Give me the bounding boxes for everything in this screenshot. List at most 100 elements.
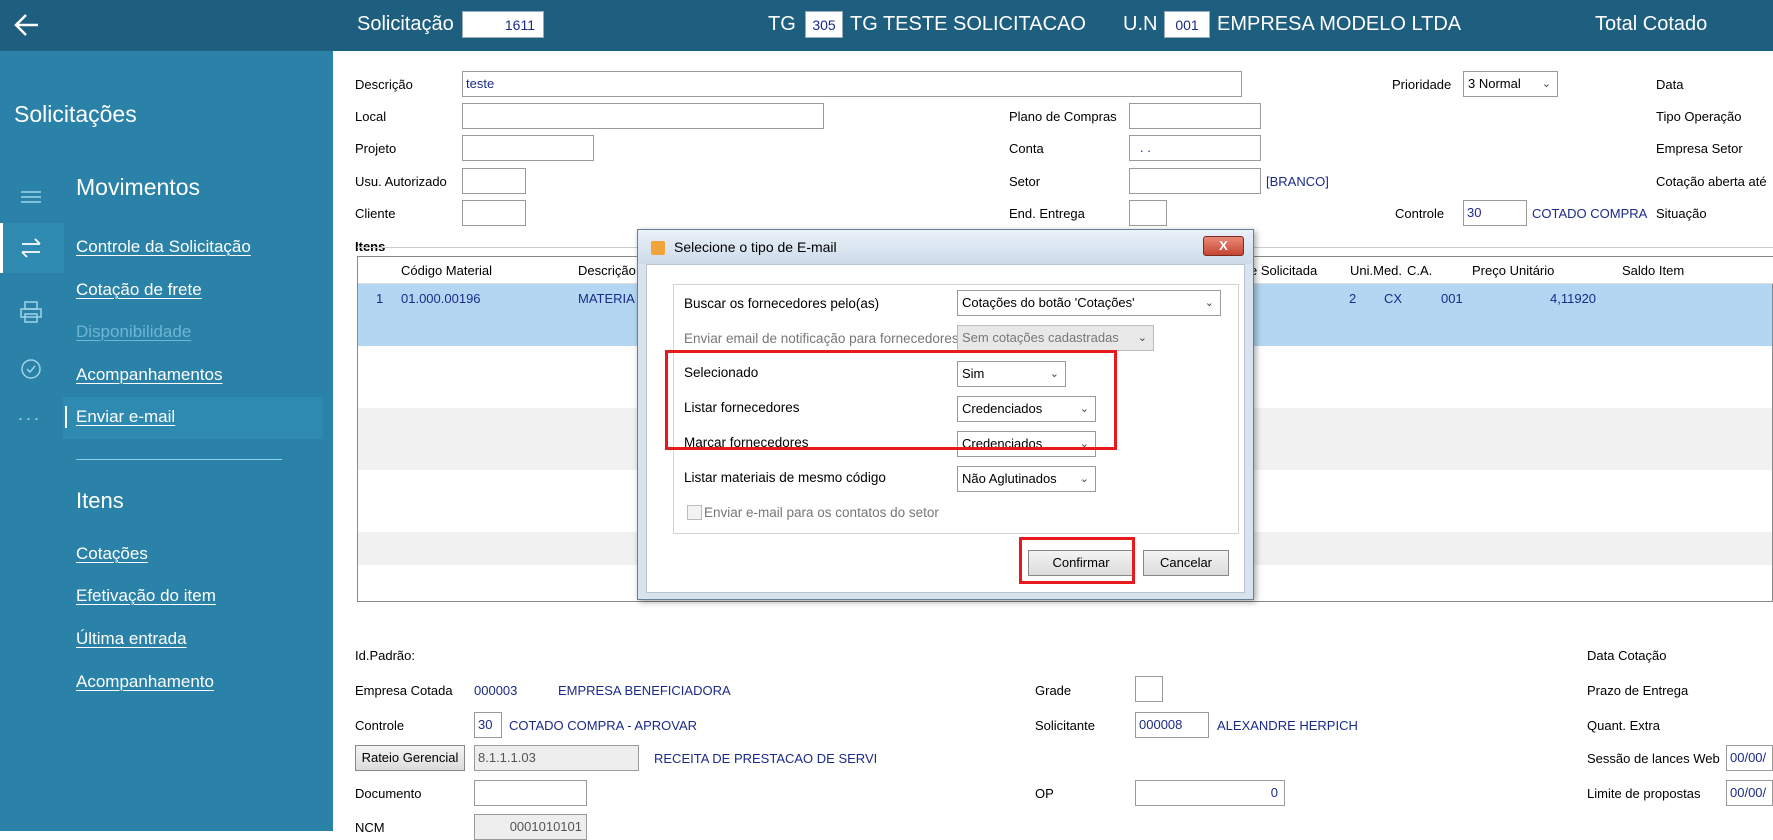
more-icon[interactable]: ... xyxy=(18,404,42,425)
empresa-setor-label: Empresa Setor xyxy=(1656,141,1743,156)
sidebar-title: Solicitações xyxy=(14,101,137,127)
dialog-body: Buscar os fornecedores pelo(as) Cotações… xyxy=(646,264,1245,593)
top-bar: Solicitação 1611 TG 305 TG TESTE SOLICIT… xyxy=(0,0,1773,51)
sidebar: Solicitações Movimentos ... Controle da … xyxy=(0,51,333,831)
controle-input[interactable]: 30 xyxy=(1463,200,1527,226)
dialog-title: Selecione o tipo de E-mail xyxy=(674,239,837,255)
controle-text: COTADO COMPRA xyxy=(1532,206,1648,221)
ncm-label: NCM xyxy=(355,820,385,835)
tg-code-field[interactable]: 305 xyxy=(805,11,843,38)
solicitante-name: ALEXANDRE HERPICH xyxy=(1217,718,1358,733)
usu-autorizado-input[interactable] xyxy=(462,168,526,194)
solicitacao-field[interactable]: 1611 xyxy=(462,11,544,38)
sidebar-item-controle[interactable]: Controle da Solicitação xyxy=(76,237,251,257)
descricao-label: Descrição xyxy=(355,77,413,92)
cancelar-button[interactable]: Cancelar xyxy=(1143,550,1229,576)
dialog-titlebar[interactable]: Selecione o tipo de E-mail X xyxy=(638,230,1253,264)
email-type-dialog: Selecione o tipo de E-mail X Buscar os f… xyxy=(637,229,1254,600)
limite-propostas-label: Limite de propostas xyxy=(1587,786,1701,801)
row-codigo: 01.000.00196 xyxy=(401,291,481,306)
sidebar-item-efetivacao[interactable]: Efetivação do item xyxy=(76,586,216,606)
rateio-text: RECEITA DE PRESTACAO DE SERVICO xyxy=(654,751,876,766)
row-preco: 4,11920 xyxy=(1550,291,1597,306)
enviar-notificacao-value: Sem cotações cadastradas xyxy=(962,330,1119,345)
col-saldo[interactable]: Saldo Item xyxy=(1622,263,1684,278)
highlight-box-confirm xyxy=(1019,537,1135,584)
setor-input[interactable] xyxy=(1129,168,1261,194)
rateio-gerencial-button[interactable]: Rateio Gerencial xyxy=(355,745,465,771)
end-entrega-label: End. Entrega xyxy=(1009,206,1085,221)
solicitante-label: Solicitante xyxy=(1035,718,1095,733)
sessao-lances-input[interactable]: 00/00/ xyxy=(1726,745,1773,771)
projeto-input[interactable] xyxy=(462,135,594,161)
row-uni: CX xyxy=(1384,291,1403,306)
sidebar-item-enviar-email[interactable]: Enviar e-mail xyxy=(76,407,175,427)
enviar-notificacao-select: Sem cotações cadastradas ⌄ xyxy=(957,325,1154,351)
sidebar-item-cotacoes[interactable]: Cotações xyxy=(76,544,148,564)
listar-materiais-select[interactable]: Não Aglutinados ⌄ xyxy=(957,466,1096,492)
prioridade-select[interactable]: 3 Normal ⌄ xyxy=(1463,71,1558,97)
highlight-box-options xyxy=(665,350,1117,450)
empresa-cotada-name: EMPRESA BENEFICIADORA xyxy=(558,683,731,698)
col-qtd-solicitada[interactable]: e Solicitada xyxy=(1250,263,1317,278)
grade-input[interactable] xyxy=(1135,676,1163,702)
sidebar-item-acompanhamento[interactable]: Acompanhamento xyxy=(76,672,214,692)
end-entrega-input[interactable] xyxy=(1129,200,1167,226)
prazo-entrega-label: Prazo de Entrega xyxy=(1587,683,1689,698)
quant-extra-label: Quant. Extra xyxy=(1587,718,1660,733)
printer-icon[interactable] xyxy=(18,299,44,325)
documento-label: Documento xyxy=(355,786,422,801)
close-button[interactable]: X xyxy=(1203,236,1244,256)
row-qtd: 2 xyxy=(1349,291,1357,306)
limite-propostas-input[interactable]: 00/00/ xyxy=(1726,780,1773,806)
sidebar-item-disponibilidade: Disponibilidade xyxy=(76,322,192,341)
col-codigo[interactable]: Código Material xyxy=(401,263,492,278)
rateio-input[interactable]: 8.1.1.1.03 xyxy=(474,745,639,771)
descricao-input[interactable]: teste xyxy=(462,71,1242,97)
check-circle-icon[interactable] xyxy=(18,356,44,382)
cliente-label: Cliente xyxy=(355,206,396,221)
tg-label: TG xyxy=(768,13,796,35)
op-label: OP xyxy=(1035,786,1054,801)
chevron-down-icon: ⌄ xyxy=(1204,297,1214,309)
chevron-down-icon: ⌄ xyxy=(1137,332,1147,344)
un-code-field[interactable]: 001 xyxy=(1164,11,1210,38)
sidebar-item-cotacao-frete[interactable]: Cotação de frete xyxy=(76,280,202,300)
ncm-input[interactable]: 0001010101 xyxy=(474,814,587,840)
bottom-controle-input[interactable]: 30 xyxy=(474,712,502,738)
tg-name: TG TESTE SOLICITACAO xyxy=(850,13,1086,35)
setor-value: [BRANCO] xyxy=(1266,174,1329,189)
buscar-select[interactable]: Cotações do botão 'Cotações' ⌄ xyxy=(957,290,1221,316)
solicitante-input[interactable]: 000008 xyxy=(1135,712,1209,738)
documento-input[interactable] xyxy=(474,780,587,806)
listar-materiais-label: Listar materiais de mesmo código xyxy=(684,470,886,485)
un-name: EMPRESA MODELO LTDA xyxy=(1217,13,1462,35)
cliente-input[interactable] xyxy=(462,200,526,226)
row-ca: 001 xyxy=(1441,291,1463,306)
back-arrow-icon[interactable] xyxy=(12,8,42,42)
col-ca[interactable]: C.A. xyxy=(1407,263,1432,278)
contatos-setor-checkbox[interactable] xyxy=(687,505,702,520)
app-logo-icon xyxy=(651,241,665,255)
op-input[interactable]: 0 xyxy=(1135,780,1285,806)
situacao-label: Situação xyxy=(1656,206,1707,221)
sidebar-item-acompanhamentos[interactable]: Acompanhamentos xyxy=(76,365,222,385)
plano-compras-input[interactable] xyxy=(1129,103,1261,129)
prioridade-value: 3 Normal xyxy=(1468,76,1521,91)
sidebar-item-ultima-entrada[interactable]: Última entrada xyxy=(76,629,187,649)
menu-icon[interactable] xyxy=(18,184,44,210)
bottom-controle-text: COTADO COMPRA - APROVAR xyxy=(509,718,698,733)
prioridade-label: Prioridade xyxy=(1392,77,1452,92)
col-descricao[interactable]: Descrição xyxy=(578,263,636,278)
col-uni-med[interactable]: Uni.Med. xyxy=(1350,263,1402,278)
col-preco[interactable]: Preço Unitário xyxy=(1472,263,1554,278)
enviar-notificacao-label: Enviar email de notificação para fornece… xyxy=(684,331,959,346)
solicitacao-label: Solicitação xyxy=(357,13,454,35)
local-input[interactable] xyxy=(462,103,824,129)
sessao-lances-label: Sessão de lances Web xyxy=(1587,751,1720,766)
row-descricao: MATERIA xyxy=(578,291,635,306)
exchange-icon xyxy=(21,238,41,258)
conta-input[interactable]: . . xyxy=(1129,135,1261,161)
exchange-icon-tab[interactable] xyxy=(0,223,64,273)
data-cotacao-label: Data Cotação xyxy=(1587,648,1667,663)
